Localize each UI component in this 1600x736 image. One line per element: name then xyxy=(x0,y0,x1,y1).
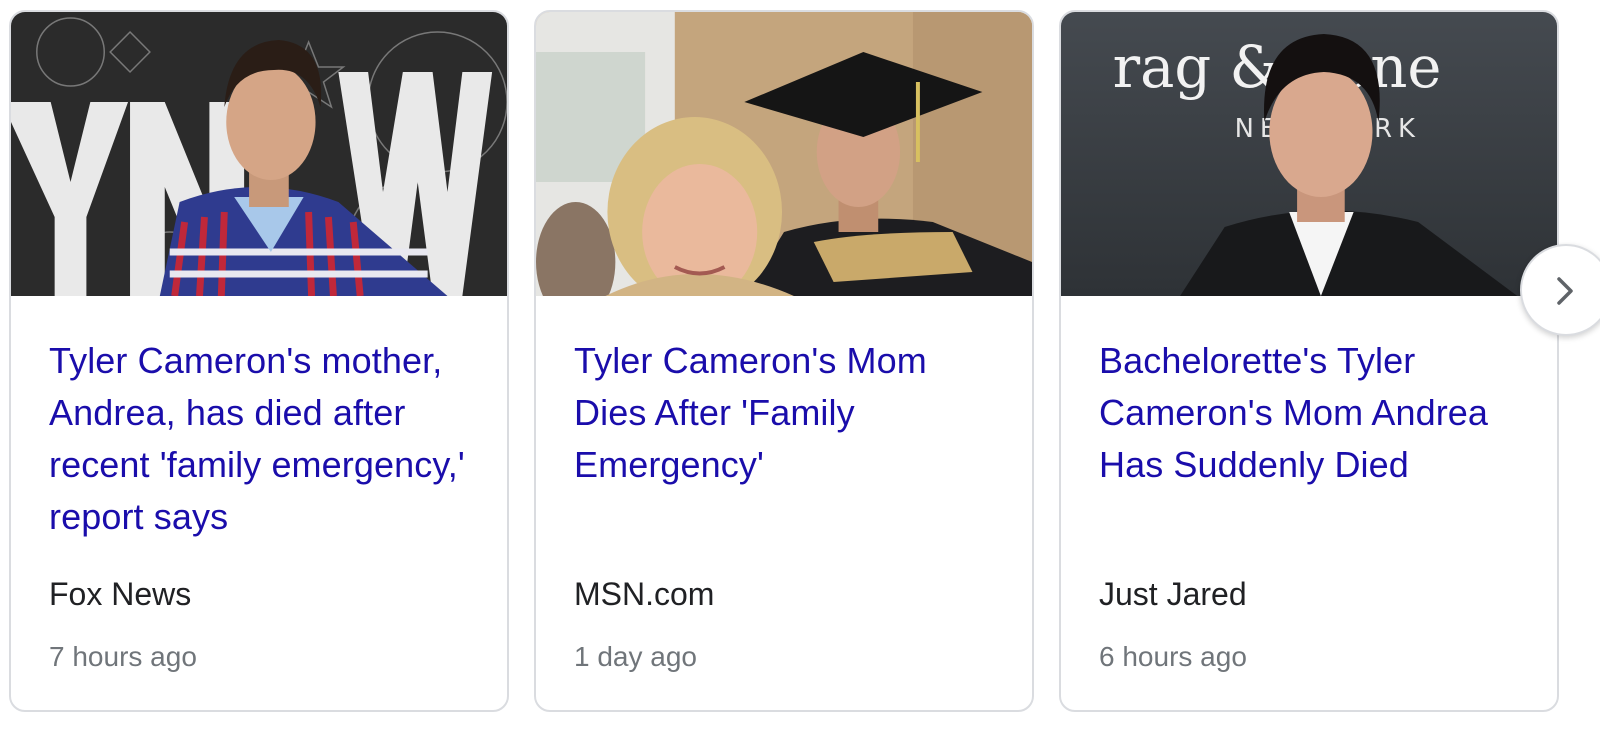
news-headline[interactable]: Tyler Cameron's mother, Andrea, has died… xyxy=(49,335,479,543)
news-timestamp: 1 day ago xyxy=(574,641,697,672)
chevron-right-icon xyxy=(1557,277,1573,305)
news-thumbnail[interactable] xyxy=(536,12,1032,296)
news-source: Just Jared xyxy=(1099,576,1247,612)
news-card[interactable]: Tyler Cameron's mother, Andrea, has died… xyxy=(9,10,509,712)
news-card[interactable]: Tyler Cameron's Mom Dies After 'Family E… xyxy=(534,10,1034,712)
news-timestamp: 7 hours ago xyxy=(49,641,197,672)
news-thumbnail[interactable]: rag & bone NEW YORK xyxy=(1061,12,1557,296)
news-headline[interactable]: Bachelorette's Tyler Cameron's Mom Andre… xyxy=(1099,335,1529,491)
news-thumbnail[interactable] xyxy=(11,12,507,296)
news-source: Fox News xyxy=(49,576,192,612)
news-headline[interactable]: Tyler Cameron's Mom Dies After 'Family E… xyxy=(574,335,1004,491)
news-carousel: Tyler Cameron's mother, Andrea, has died… xyxy=(0,0,1600,736)
news-card[interactable]: rag & bone NEW YORK Bachelorette's Tyler… xyxy=(1059,10,1559,712)
news-source: MSN.com xyxy=(574,576,715,612)
news-timestamp: 6 hours ago xyxy=(1099,641,1247,672)
